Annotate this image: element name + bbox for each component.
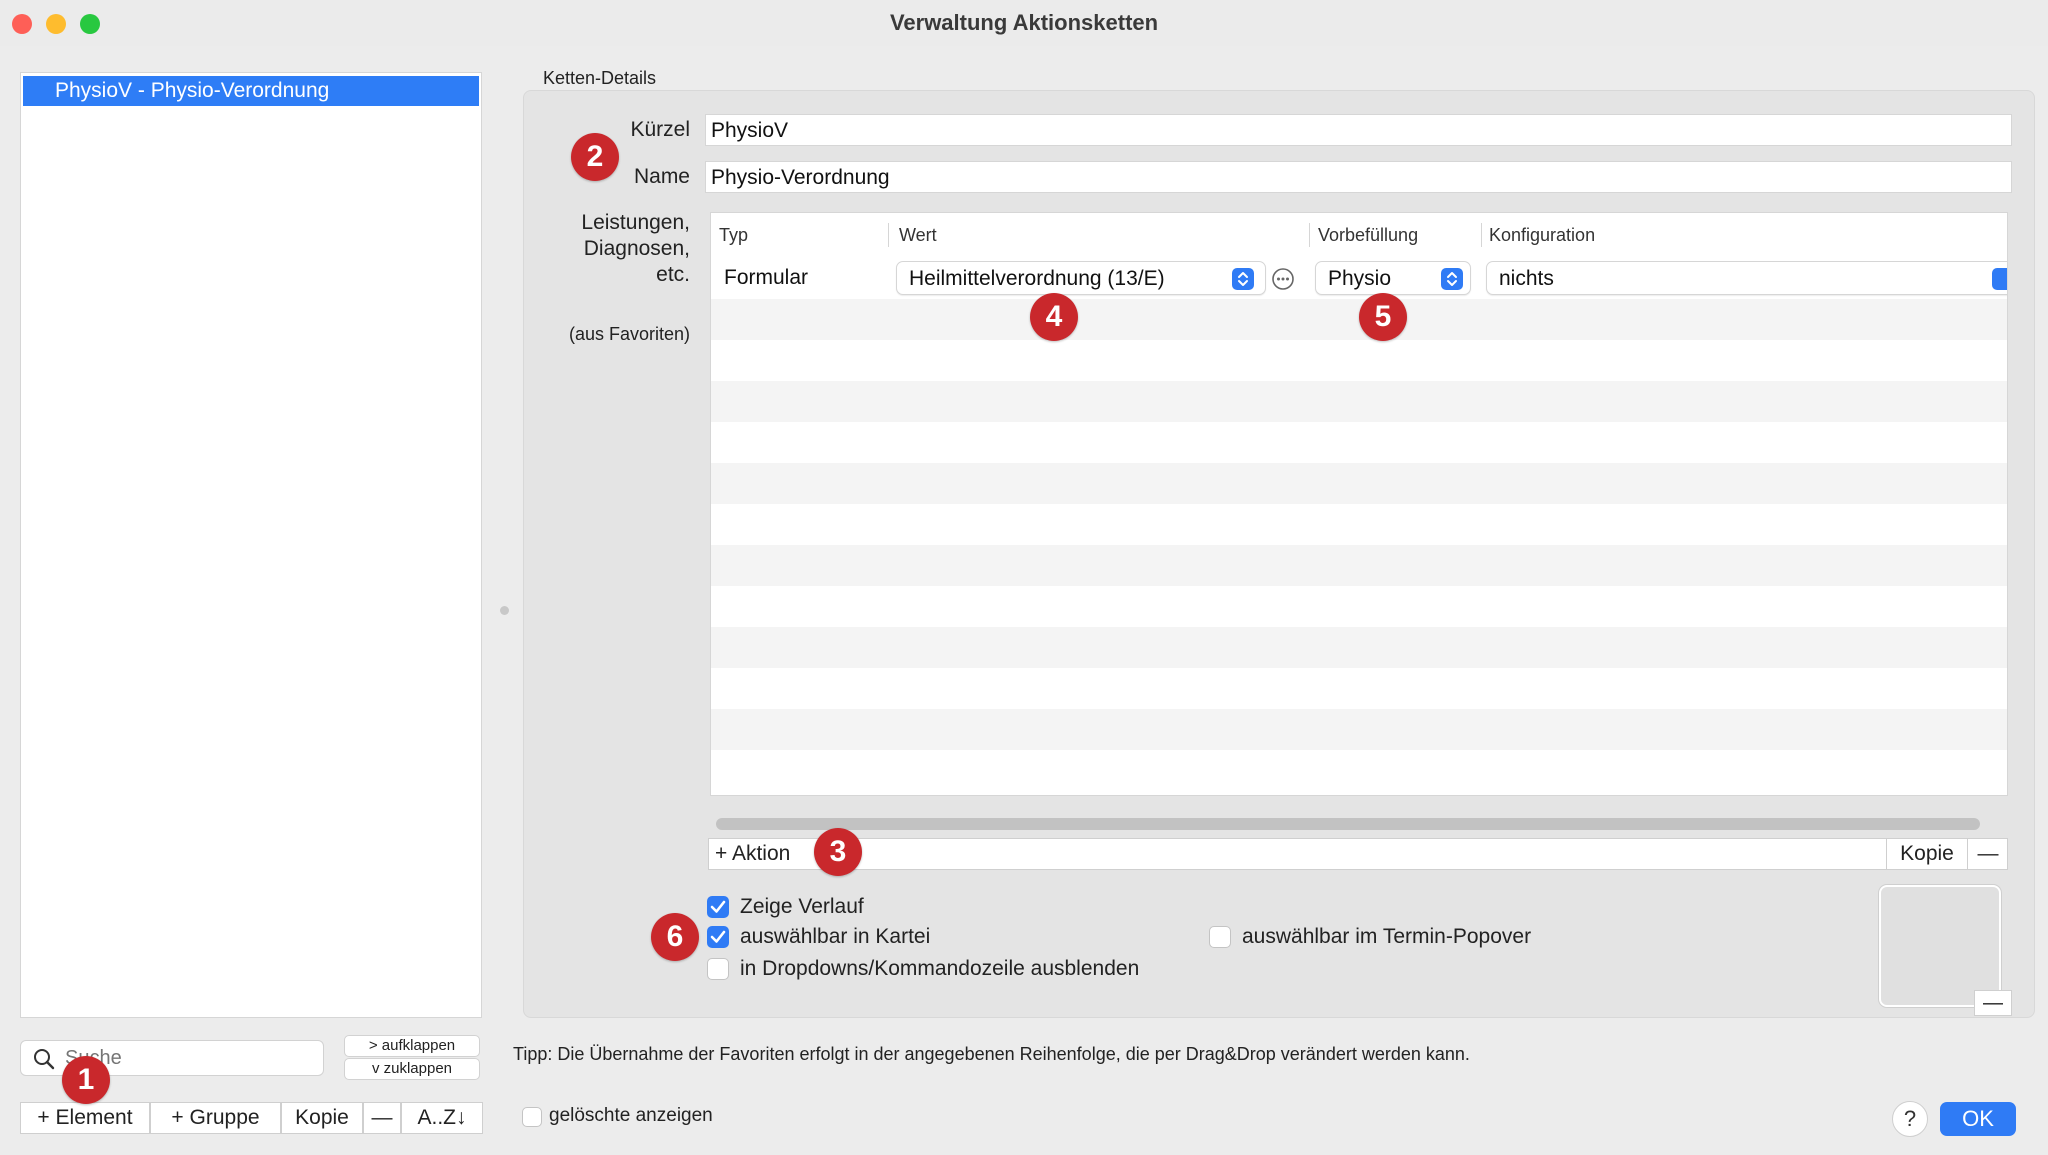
chevron-up-down-icon xyxy=(1232,268,1254,290)
actions-table[interactable]: Typ Wert Vorbefüllung Konfiguration Form… xyxy=(710,212,2008,796)
annotation-badge: 1 xyxy=(62,1056,110,1104)
column-header-vorbefuellung[interactable]: Vorbefüllung xyxy=(1318,225,1418,246)
checkmark-icon xyxy=(710,930,726,943)
termin-popover-checkbox[interactable] xyxy=(1209,926,1231,948)
konfiguration-popup[interactable]: nichts xyxy=(1486,261,2007,295)
window-title: Verwaltung Aktionsketten xyxy=(889,10,1159,35)
dropdowns-checkbox[interactable] xyxy=(707,958,729,980)
copy-element-button[interactable]: Kopie xyxy=(281,1102,363,1134)
chain-list[interactable]: PhysioV - Physio-Verordnung xyxy=(20,72,482,1018)
kuerzel-label: Kürzel xyxy=(630,118,690,141)
annotation-badge: 3 xyxy=(814,828,862,876)
remove-image-button[interactable]: — xyxy=(1974,990,2012,1016)
column-divider xyxy=(1309,223,1310,247)
diagnosen-label: Diagnosen, xyxy=(583,237,690,260)
group-title: Ketten-Details xyxy=(543,68,657,88)
name-value: Physio-Verordnung xyxy=(711,166,890,189)
annotation-badge: 2 xyxy=(571,133,619,181)
checkmark-icon xyxy=(710,900,726,913)
table-row-empty xyxy=(711,627,2007,668)
column-divider xyxy=(1481,223,1482,247)
name-field[interactable]: Physio-Verordnung xyxy=(705,161,2012,193)
kuerzel-field[interactable]: PhysioV xyxy=(705,114,2012,146)
leistungen-label: Leistungen, xyxy=(581,211,690,234)
table-row[interactable]: Formular Heilmittelverordnung (13/E) Phy… xyxy=(711,257,2007,299)
kartei-label: auswählbar in Kartei xyxy=(740,925,931,948)
etc-label: etc. xyxy=(656,263,690,286)
kartei-checkbox[interactable] xyxy=(707,926,729,948)
table-row-empty xyxy=(711,463,2007,504)
annotation-badge: 5 xyxy=(1359,293,1407,341)
favoriten-label: (aus Favoriten) xyxy=(568,324,690,344)
kuerzel-value: PhysioV xyxy=(711,119,789,142)
column-divider xyxy=(888,223,889,247)
termin-popover-label: auswählbar im Termin-Popover xyxy=(1242,925,1532,948)
tip-text: Tipp: Die Übernahme der Favoriten erfolg… xyxy=(513,1044,1470,1064)
column-header-wert[interactable]: Wert xyxy=(899,225,937,246)
show-deleted-checkbox[interactable] xyxy=(522,1107,542,1127)
annotation-badge: 6 xyxy=(651,913,699,961)
list-item[interactable]: PhysioV - Physio-Verordnung xyxy=(23,76,479,106)
zeige-verlauf-checkbox[interactable] xyxy=(707,896,729,918)
table-row-empty xyxy=(711,709,2007,750)
table-row-empty xyxy=(711,545,2007,586)
show-deleted-label: gelöschte anzeigen xyxy=(549,1105,713,1126)
chevron-up-down-icon xyxy=(1992,268,2007,290)
horizontal-scrollbar[interactable] xyxy=(716,818,1980,830)
add-element-button[interactable]: + Element xyxy=(20,1102,150,1134)
wert-popup[interactable]: Heilmittelverordnung (13/E) xyxy=(896,261,1266,295)
ok-button[interactable]: OK xyxy=(1940,1102,2016,1136)
table-row-empty xyxy=(711,381,2007,422)
add-group-button[interactable]: + Gruppe xyxy=(150,1102,281,1134)
image-well[interactable] xyxy=(1879,885,2001,1007)
column-header-typ[interactable]: Typ xyxy=(719,225,748,246)
wert-value: Heilmittelverordnung (13/E) xyxy=(909,267,1165,290)
collapse-all-button[interactable]: v zuklappen xyxy=(344,1058,480,1080)
copy-action-button[interactable]: Kopie xyxy=(1887,839,1967,869)
vorbefuellung-value: Physio xyxy=(1328,267,1392,290)
sort-button[interactable]: A..Z↓ xyxy=(401,1102,483,1134)
remove-element-button[interactable]: — xyxy=(363,1102,401,1134)
chevron-up-down-icon xyxy=(1441,268,1463,290)
dropdowns-label: in Dropdowns/Kommandozeile ausblenden xyxy=(740,957,1140,980)
annotation-badge: 4 xyxy=(1030,293,1078,341)
remove-action-button[interactable]: — xyxy=(1968,839,2008,869)
action-bar: + Aktion Kopie — xyxy=(708,838,2008,870)
title-bar: Verwaltung Aktionsketten xyxy=(0,0,2048,46)
konfiguration-value: nichts xyxy=(1499,267,1554,290)
zeige-verlauf-label: Zeige Verlauf xyxy=(740,895,864,918)
split-view-divider[interactable] xyxy=(500,606,509,615)
typ-cell: Formular xyxy=(724,266,809,289)
more-options-icon[interactable] xyxy=(1271,267,1295,291)
column-header-konfiguration[interactable]: Konfiguration xyxy=(1489,225,1595,246)
add-action-button[interactable]: + Aktion xyxy=(709,839,819,869)
help-button[interactable]: ? xyxy=(1892,1101,1928,1137)
vorbefuellung-popup[interactable]: Physio xyxy=(1315,261,1471,295)
expand-all-button[interactable]: > aufklappen xyxy=(344,1035,480,1057)
search-icon xyxy=(34,1049,55,1070)
